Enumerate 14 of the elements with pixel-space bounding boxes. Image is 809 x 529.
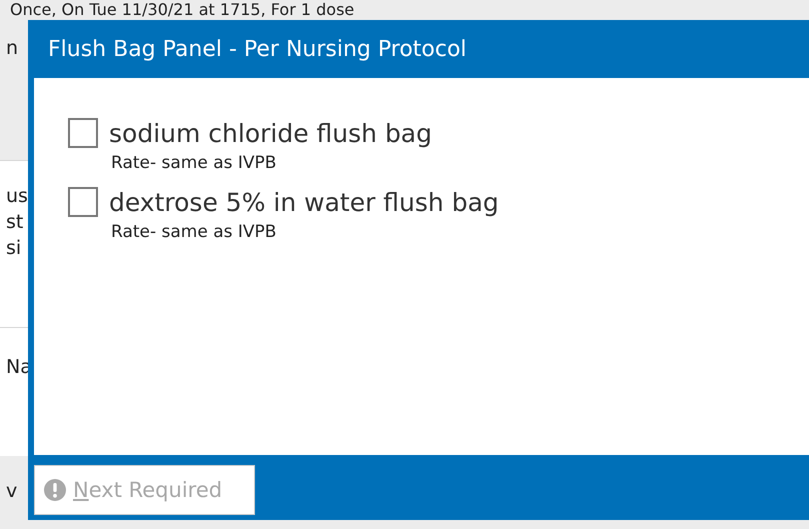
order-text: v bbox=[6, 479, 18, 504]
option-detail: Rate- same as IVPB bbox=[111, 222, 276, 242]
order-text: us bbox=[6, 184, 28, 209]
checkbox[interactable] bbox=[68, 118, 98, 148]
dialog-title: Flush Bag Panel - Per Nursing Protocol bbox=[48, 36, 467, 62]
order-text: si bbox=[6, 236, 22, 261]
order-text: n bbox=[6, 36, 20, 61]
option-detail: Rate- same as IVPB bbox=[111, 153, 276, 173]
exclamation-icon bbox=[43, 478, 67, 502]
checkbox[interactable] bbox=[68, 187, 98, 217]
option-label[interactable]: dextrose 5% in water flush bag bbox=[109, 188, 499, 216]
option-label[interactable]: sodium chloride flush bag bbox=[109, 118, 432, 148]
order-text: Once, On Tue 11/30/21 at 1715, For 1 dose bbox=[10, 0, 354, 19]
order-text: st bbox=[6, 210, 24, 235]
